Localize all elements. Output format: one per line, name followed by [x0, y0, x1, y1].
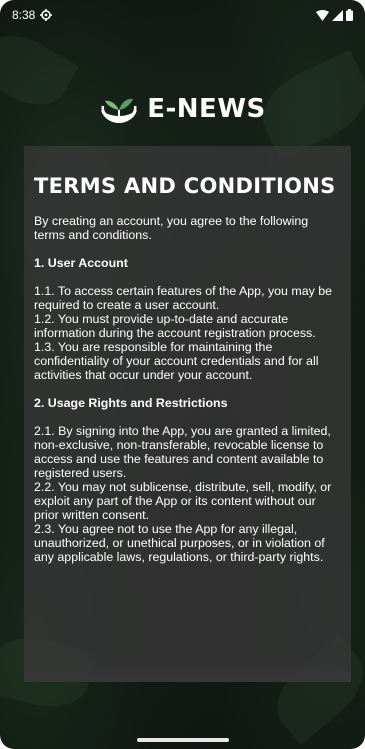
terms-clause: 2.1. By signing into the App, you are gr…	[34, 424, 331, 480]
hands-plant-icon	[101, 98, 138, 123]
terms-title: TERMS AND CONDITIONS	[34, 174, 336, 198]
battery-icon	[346, 9, 353, 21]
app-name: E-NEWS	[147, 94, 266, 124]
terms-intro: By creating an account, you agree to the…	[34, 214, 309, 242]
terms-clause: 1.2. You must provide up-to-date and acc…	[34, 312, 316, 340]
section-heading: 1. User Account	[34, 256, 128, 270]
scroll-fade	[24, 658, 351, 682]
terms-clause: 1.1. To access certain features of the A…	[34, 284, 333, 312]
terms-clause: 1.3. You are responsible for maintaining…	[34, 340, 319, 382]
terms-clause: 2.3. You agree not to use the App for an…	[34, 522, 325, 564]
section-heading: 2. Usage Rights and Restrictions	[34, 396, 228, 410]
terms-clause: 2.2. You may not sublicense, distribute,…	[34, 480, 332, 522]
screen: 8:38 E-NEWS TERMS AND CONDITIONS By crea…	[0, 0, 365, 749]
wifi-icon	[316, 9, 329, 21]
settings-icon	[40, 9, 53, 21]
terms-panel[interactable]: TERMS AND CONDITIONS By creating an acco…	[24, 146, 351, 682]
status-bar: 8:38	[0, 0, 365, 30]
status-time: 8:38	[12, 8, 36, 22]
home-indicator[interactable]	[136, 738, 229, 742]
app-logo: E-NEWS	[0, 92, 365, 126]
signal-icon	[332, 9, 343, 21]
